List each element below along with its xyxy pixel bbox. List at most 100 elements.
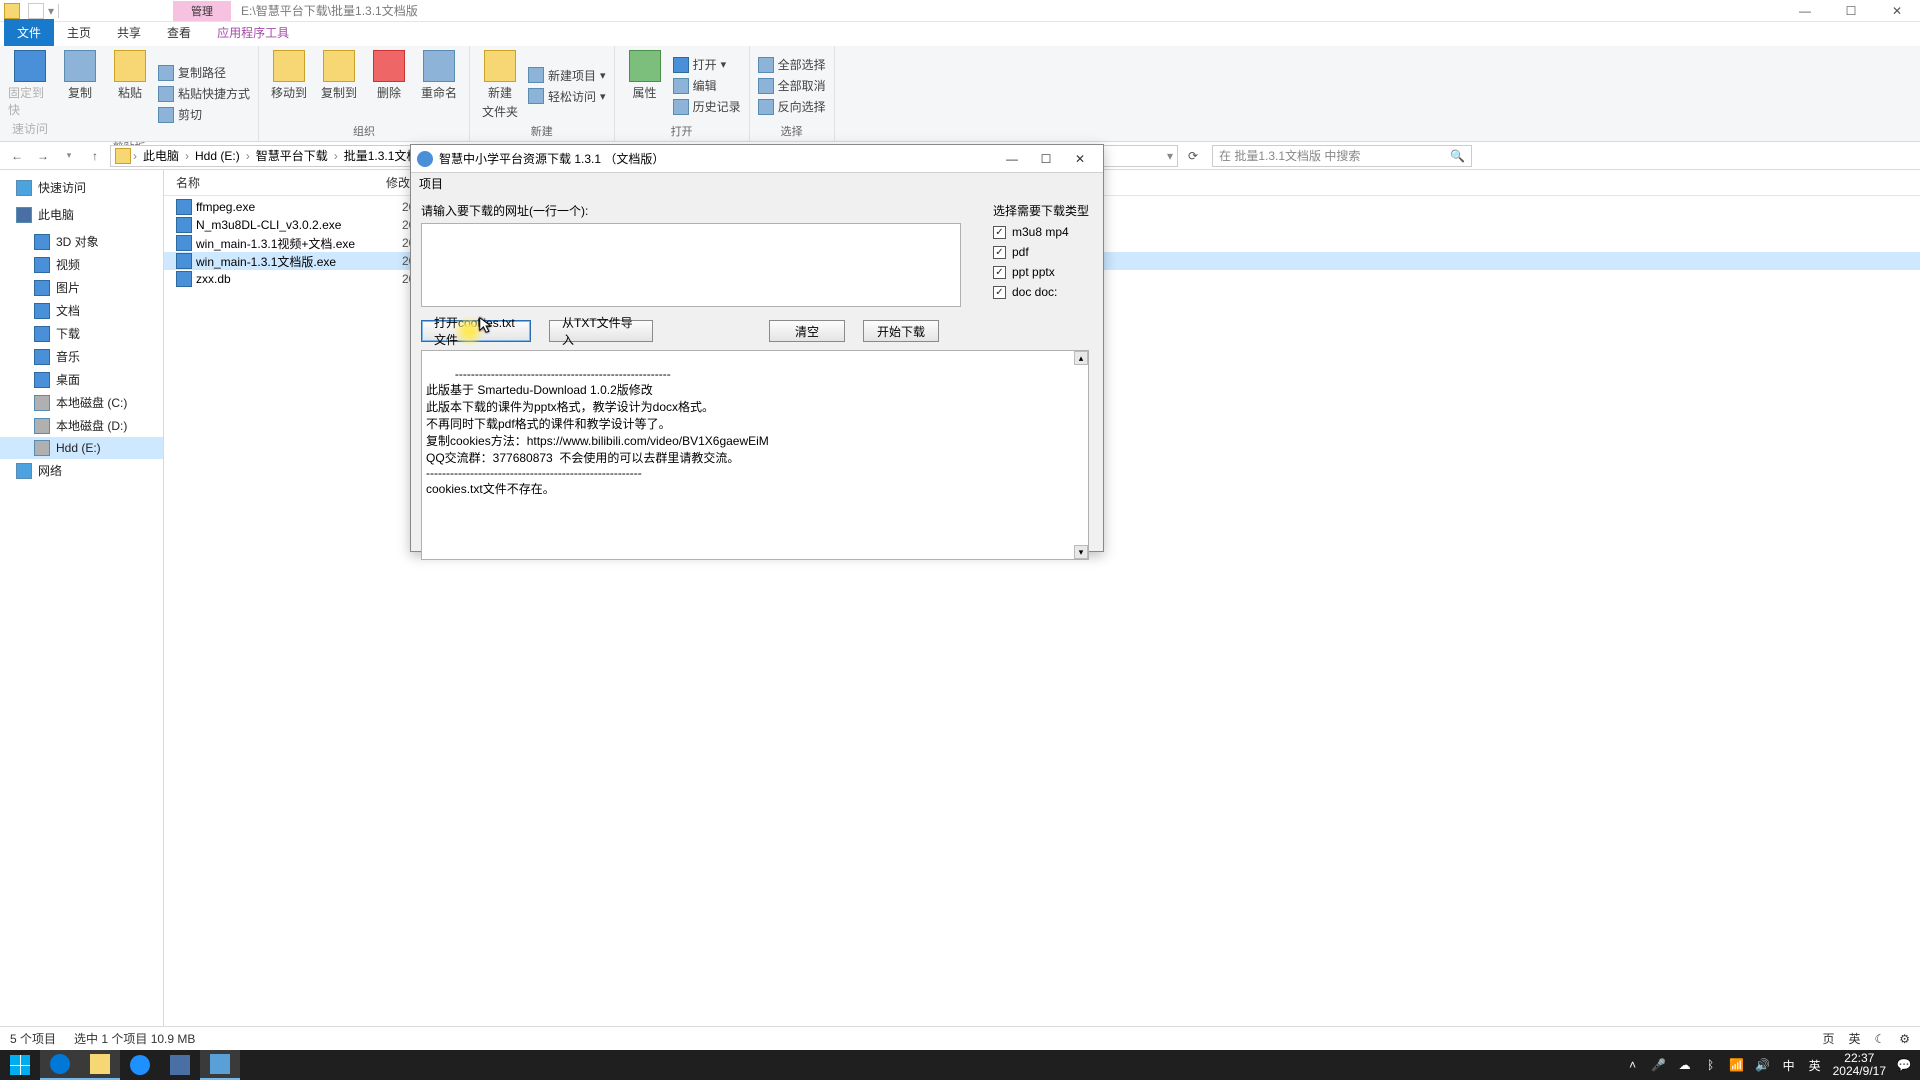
url-input[interactable]	[421, 223, 961, 307]
start-button[interactable]	[0, 1050, 40, 1080]
moveto-button[interactable]: 移动到	[267, 50, 311, 121]
tab-file[interactable]: 文件	[4, 19, 54, 46]
scroll-up-button[interactable]: ▴	[1074, 351, 1088, 365]
copyto-button[interactable]: 复制到	[317, 50, 361, 121]
recent-button[interactable]: ▾	[58, 145, 80, 167]
sidebar-item[interactable]: 3D 对象	[0, 230, 163, 253]
tray-cloud-icon[interactable]: ☁	[1677, 1057, 1693, 1073]
maximize-button[interactable]: ☐	[1828, 0, 1874, 22]
start-download-button[interactable]: 开始下载	[863, 320, 939, 342]
sidebar-item[interactable]: 快速访问	[0, 176, 163, 199]
tray-chevron-icon[interactable]: ˄	[1625, 1057, 1641, 1073]
selectall-button[interactable]: 全部选择	[758, 56, 826, 73]
ime-lang[interactable]: 英	[1848, 1030, 1860, 1047]
tray-wifi-icon[interactable]: 📶	[1729, 1057, 1745, 1073]
scroll-down-button[interactable]: ▾	[1074, 545, 1088, 559]
tray-date[interactable]: 2024/9/17	[1833, 1065, 1886, 1078]
type-checkbox[interactable]: ✓ppt pptx	[993, 265, 1093, 279]
tab-apptools[interactable]: 应用程序工具	[204, 19, 302, 46]
dlg-minimize-button[interactable]: —	[995, 148, 1029, 170]
copypath-button[interactable]: 复制路径	[158, 64, 250, 81]
dialog-titlebar[interactable]: 智慧中小学平台资源下载 1.3.1 （文档版） — ☐ ✕	[411, 145, 1103, 173]
easyaccess-button[interactable]: 轻松访问 ▾	[528, 88, 606, 105]
taskbar-app1[interactable]	[160, 1050, 200, 1080]
clear-button[interactable]: 清空	[769, 320, 845, 342]
sidebar-item[interactable]: 图片	[0, 276, 163, 299]
moon-icon[interactable]: ☾	[1874, 1032, 1885, 1046]
taskbar-edge[interactable]	[40, 1050, 80, 1080]
sidebar-item[interactable]: 本地磁盘 (D:)	[0, 414, 163, 437]
dialog-menu-project[interactable]: 项目	[411, 173, 1103, 194]
delete-button[interactable]: 删除	[367, 50, 411, 121]
type-checkbox[interactable]: ✓doc doc:	[993, 285, 1093, 299]
forward-button[interactable]: →	[32, 145, 54, 167]
sidebar-icon	[34, 372, 50, 388]
status-bar: 5 个项目 选中 1 个项目 10.9 MB 页 英 ☾ ⚙	[0, 1026, 1920, 1050]
copy-button[interactable]: 复制	[58, 50, 102, 137]
dlg-maximize-button[interactable]: ☐	[1029, 148, 1063, 170]
sidebar-item[interactable]: 此电脑	[0, 203, 163, 226]
paste-button[interactable]: 粘贴	[108, 50, 152, 137]
refresh-button[interactable]: ⟳	[1182, 145, 1204, 167]
sidebar-item[interactable]: 下载	[0, 322, 163, 345]
tab-view[interactable]: 查看	[154, 19, 204, 46]
ime-indicator[interactable]: 页	[1822, 1030, 1834, 1047]
tray-bluetooth-icon[interactable]: ᛒ	[1703, 1057, 1719, 1073]
invert-button[interactable]: 反向选择	[758, 98, 826, 115]
crumb-item[interactable]: Hdd (E:)	[191, 149, 244, 163]
crumb-item[interactable]: 智慧平台下载	[252, 147, 332, 164]
tray-mic-icon[interactable]: 🎤	[1651, 1057, 1667, 1073]
type-checkbox[interactable]: ✓m3u8 mp4	[993, 225, 1093, 239]
history-button[interactable]: 历史记录	[673, 98, 741, 115]
sidebar-item[interactable]: Hdd (E:)	[0, 437, 163, 459]
taskbar-app2[interactable]	[200, 1050, 240, 1080]
minimize-button[interactable]: —	[1782, 0, 1828, 22]
taskbar-explorer[interactable]	[80, 1050, 120, 1080]
click-highlight	[452, 317, 486, 345]
rename-button[interactable]: 重命名	[417, 50, 461, 121]
edit-button[interactable]: 编辑	[673, 77, 741, 94]
open-button[interactable]: 打开 ▾	[673, 56, 741, 73]
sidebar-item[interactable]: 本地磁盘 (C:)	[0, 391, 163, 414]
close-button[interactable]: ✕	[1874, 0, 1920, 22]
search-input[interactable]: 在 批量1.3.1文档版 中搜索🔍	[1212, 145, 1472, 167]
pasteshortcut-button[interactable]: 粘贴快捷方式	[158, 85, 250, 102]
cut-button[interactable]: 剪切	[158, 106, 250, 123]
url-label: 请输入要下载的网址(一行一个):	[421, 202, 973, 219]
organize-group-label: 组织	[267, 121, 461, 139]
sidebar-icon	[16, 463, 32, 479]
import-txt-button[interactable]: 从TXT文件导入	[549, 320, 653, 342]
sidebar-item[interactable]: 网络	[0, 459, 163, 482]
newfolder-button[interactable]: 新建文件夹	[478, 50, 522, 121]
tray-sound-icon[interactable]: 🔊	[1755, 1057, 1771, 1073]
tray-notifications-icon[interactable]: 💬	[1896, 1057, 1912, 1073]
sidebar-item[interactable]: 文档	[0, 299, 163, 322]
header-name[interactable]: 名称	[176, 174, 386, 191]
taskbar-ie[interactable]	[120, 1050, 160, 1080]
crumb-item[interactable]: 此电脑	[139, 147, 183, 164]
tray-lang[interactable]: 英	[1807, 1057, 1823, 1073]
log-output[interactable]: ----------------------------------------…	[421, 350, 1089, 560]
newitem-button[interactable]: 新建项目 ▾	[528, 67, 606, 84]
pin-button[interactable]: 固定到快速访问	[8, 50, 52, 137]
sidebar-item[interactable]: 音乐	[0, 345, 163, 368]
selectnone-button[interactable]: 全部取消	[758, 77, 826, 94]
dlg-close-button[interactable]: ✕	[1063, 148, 1097, 170]
open-cookies-button[interactable]: 打开cookies.txt文件	[421, 320, 531, 342]
up-button[interactable]: ↑	[84, 145, 106, 167]
select-group-label: 选择	[758, 121, 826, 139]
sidebar-item[interactable]: 视频	[0, 253, 163, 276]
sidebar-icon	[34, 303, 50, 319]
checkbox-icon: ✓	[993, 246, 1006, 259]
gear-icon[interactable]: ⚙	[1899, 1032, 1910, 1046]
tray-ime[interactable]: 中	[1781, 1057, 1797, 1073]
type-checkbox[interactable]: ✓pdf	[993, 245, 1093, 259]
manage-tab[interactable]: 管理	[173, 1, 231, 21]
tab-home[interactable]: 主页	[54, 19, 104, 46]
sidebar-item[interactable]: 桌面	[0, 368, 163, 391]
back-button[interactable]: ←	[6, 145, 28, 167]
properties-button[interactable]: 属性	[623, 50, 667, 121]
tab-share[interactable]: 共享	[104, 19, 154, 46]
file-icon	[176, 235, 192, 251]
checkbox-icon: ✓	[993, 286, 1006, 299]
